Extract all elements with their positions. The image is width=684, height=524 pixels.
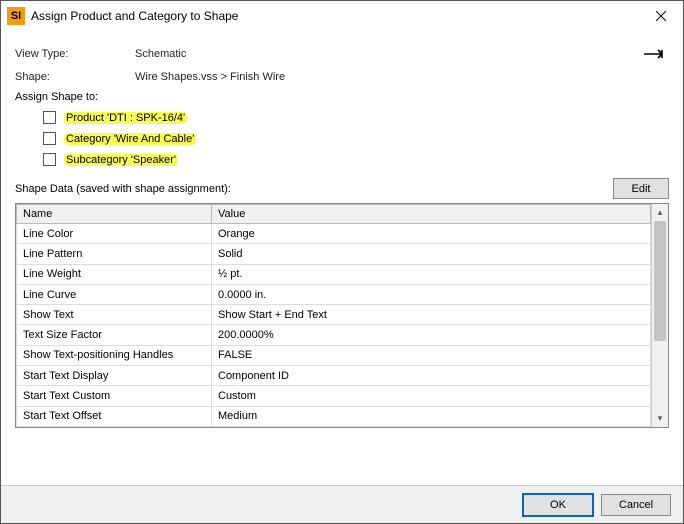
edit-button[interactable]: Edit xyxy=(613,178,669,199)
table-cell-name: Show Text xyxy=(17,305,212,325)
close-button[interactable] xyxy=(639,1,683,31)
col-header-value[interactable]: Value xyxy=(212,205,651,224)
table-cell-name: Line Pattern xyxy=(17,244,212,264)
table-row[interactable]: Start Text CustomCustom xyxy=(17,386,651,406)
table-cell-name: Line Color xyxy=(17,224,212,244)
app-icon: SI xyxy=(7,7,25,25)
table-cell-value: Custom xyxy=(212,386,651,406)
table-row[interactable]: Text Size Factor200.0000% xyxy=(17,325,651,345)
table-row[interactable]: Line Curve0.0000 in. xyxy=(17,284,651,304)
col-header-name[interactable]: Name xyxy=(17,205,212,224)
arrow-right-icon[interactable] xyxy=(643,45,669,63)
category-checkbox[interactable] xyxy=(43,132,56,145)
ok-button[interactable]: OK xyxy=(523,494,593,516)
view-type-value: Schematic xyxy=(135,48,643,60)
category-label: Category 'Wire And Cable' xyxy=(64,133,196,145)
table-cell-value: Show Start + End Text xyxy=(212,305,651,325)
assign-shape-label: Assign Shape to: xyxy=(15,91,669,103)
view-type-row: View Type: Schematic xyxy=(15,45,669,63)
dialog-footer: OK Cancel xyxy=(1,485,683,523)
shape-row: Shape: Wire Shapes.vss > Finish Wire xyxy=(15,71,669,83)
table-cell-name: Show Text-positioning Handles xyxy=(17,345,212,365)
category-checkbox-row: Category 'Wire And Cable' xyxy=(43,132,669,145)
window-title: Assign Product and Category to Shape xyxy=(31,9,639,23)
subcategory-checkbox-row: Subcategory 'Speaker' xyxy=(43,153,669,166)
table-row[interactable]: Show TextShow Start + End Text xyxy=(17,305,651,325)
close-icon xyxy=(656,11,666,21)
cancel-button[interactable]: Cancel xyxy=(601,494,671,516)
table-row[interactable]: Start Text OffsetMedium xyxy=(17,406,651,426)
subcategory-checkbox[interactable] xyxy=(43,153,56,166)
table-cell-name: Text Size Factor xyxy=(17,325,212,345)
table-cell-name: Line Weight xyxy=(17,264,212,284)
scroll-thumb[interactable] xyxy=(654,221,666,341)
table-cell-name: Line Curve xyxy=(17,284,212,304)
shape-data-label: Shape Data (saved with shape assignment)… xyxy=(15,183,613,195)
product-checkbox-row: Product 'DTI : SPK-16/4' xyxy=(43,111,669,124)
table-row[interactable]: Start Text DisplayComponent ID xyxy=(17,366,651,386)
table-cell-name: Start Text Custom xyxy=(17,386,212,406)
table-row[interactable]: Line Weight½ pt. xyxy=(17,264,651,284)
table-cell-value: ½ pt. xyxy=(212,264,651,284)
table-cell-name: Start Text Offset xyxy=(17,406,212,426)
shape-data-table: Name Value Line ColorOrangeLine PatternS… xyxy=(16,204,651,427)
shape-data-table-wrap: Name Value Line ColorOrangeLine PatternS… xyxy=(15,203,669,428)
subcategory-label: Subcategory 'Speaker' xyxy=(64,154,178,166)
dialog-content: View Type: Schematic Shape: Wire Shapes.… xyxy=(1,31,683,438)
table-cell-value: FALSE xyxy=(212,345,651,365)
view-type-label: View Type: xyxy=(15,48,135,60)
table-cell-value: 0.0000 in. xyxy=(212,284,651,304)
scroll-up-button[interactable]: ▴ xyxy=(652,204,668,221)
product-label: Product 'DTI : SPK-16/4' xyxy=(64,112,187,124)
shape-label: Shape: xyxy=(15,71,135,83)
titlebar: SI Assign Product and Category to Shape xyxy=(1,1,683,31)
shape-data-header: Shape Data (saved with shape assignment)… xyxy=(15,178,669,199)
table-row[interactable]: Line PatternSolid xyxy=(17,244,651,264)
table-cell-value: Component ID xyxy=(212,366,651,386)
table-cell-value: Medium xyxy=(212,406,651,426)
table-row[interactable]: Show Text-positioning HandlesFALSE xyxy=(17,345,651,365)
table-cell-value: 200.0000% xyxy=(212,325,651,345)
table-cell-value: Solid xyxy=(212,244,651,264)
scrollbar[interactable]: ▴ ▾ xyxy=(651,204,668,427)
table-cell-value: Orange xyxy=(212,224,651,244)
table-header-row: Name Value xyxy=(17,205,651,224)
table-row[interactable]: Line ColorOrange xyxy=(17,224,651,244)
product-checkbox[interactable] xyxy=(43,111,56,124)
shape-value: Wire Shapes.vss > Finish Wire xyxy=(135,71,669,83)
scroll-down-button[interactable]: ▾ xyxy=(652,410,668,427)
table-cell-name: Start Text Display xyxy=(17,366,212,386)
